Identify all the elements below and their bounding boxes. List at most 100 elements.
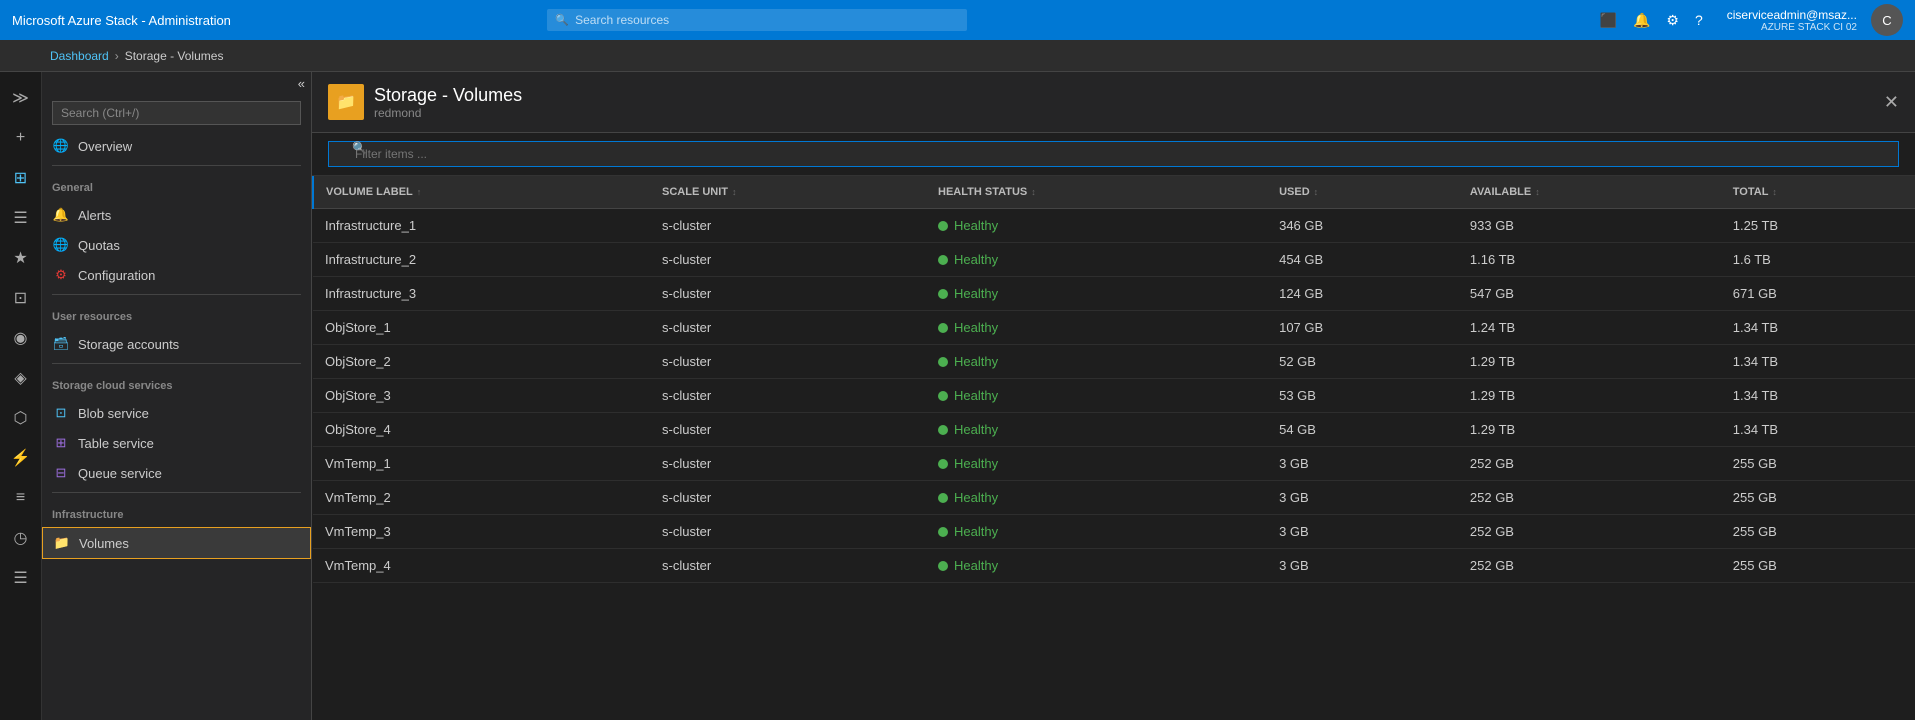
settings-icon[interactable]: ⚙ <box>1666 12 1679 29</box>
health-dot <box>938 289 948 299</box>
sidebar-item-configuration-label: Configuration <box>78 268 155 283</box>
volumes-table: VOLUME LABEL ↑ SCALE UNIT ↕ <box>312 176 1915 583</box>
sidebar-collapse-btn[interactable]: « <box>42 72 311 95</box>
health-text: Healthy <box>954 558 998 573</box>
sidebar-item-overview[interactable]: 🌐 Overview <box>42 131 311 161</box>
sidebar-item-blob[interactable]: ⊡ Blob service <box>42 398 311 428</box>
table-header: VOLUME LABEL ↑ SCALE UNIT ↕ <box>313 176 1915 209</box>
cell-total: 1.34 TB <box>1721 413 1915 447</box>
table-area: 🔍 VOLUME LABEL ↑ <box>312 133 1915 720</box>
health-dot <box>938 357 948 367</box>
sidebar-item-configuration[interactable]: ⚙ Configuration <box>42 260 311 290</box>
sidebar-item-volumes[interactable]: 📁 Volumes <box>42 527 311 559</box>
sort-icon-volume: ↑ <box>417 187 422 197</box>
divider-1 <box>52 165 301 166</box>
cell-volume-label: ObjStore_2 <box>313 345 650 379</box>
overview-icon: 🌐 <box>52 137 70 155</box>
sidebar-item-storage-accounts[interactable]: 🗃 Storage accounts <box>42 329 311 359</box>
table-row[interactable]: ObjStore_3s-clusterHealthy53 GB1.29 TB1.… <box>313 379 1915 413</box>
user-info: ciserviceadmin@msaz... AZURE STACK CI 02 <box>1727 8 1857 33</box>
avatar[interactable]: C <box>1871 4 1903 36</box>
nav-all-services[interactable]: ☰ <box>3 200 39 236</box>
nav-dashboard[interactable]: ⊞ <box>3 160 39 196</box>
sidebar-item-volumes-label: Volumes <box>79 536 129 551</box>
table-row[interactable]: VmTemp_2s-clusterHealthy3 GB252 GB255 GB <box>313 481 1915 515</box>
col-available[interactable]: AVAILABLE ↕ <box>1458 176 1721 209</box>
nav-circle[interactable]: ◉ <box>3 320 39 356</box>
sidebar-search-input[interactable] <box>52 101 301 125</box>
left-nav: ≫ + ⊞ ☰ ★ ⊡ ◉ ◈ ⬡ ⚡ ≡ ◷ ☰ <box>0 72 42 720</box>
cell-available: 1.29 TB <box>1458 345 1721 379</box>
cell-health-status: Healthy <box>926 311 1267 345</box>
search-bar[interactable]: 🔍 <box>547 9 967 31</box>
divider-4 <box>52 492 301 493</box>
cell-total: 1.6 TB <box>1721 243 1915 277</box>
col-health-status[interactable]: HEALTH STATUS ↕ <box>926 176 1267 209</box>
filter-input[interactable] <box>328 141 1899 167</box>
health-text: Healthy <box>954 490 998 505</box>
nav-time[interactable]: ◷ <box>3 520 39 556</box>
breadcrumb-root[interactable]: Dashboard <box>50 49 109 63</box>
col-used[interactable]: USED ↕ <box>1267 176 1458 209</box>
section-storage-cloud: Storage cloud services <box>42 368 311 398</box>
health-dot <box>938 425 948 435</box>
table-row[interactable]: Infrastructure_2s-clusterHealthy454 GB1.… <box>313 243 1915 277</box>
cell-volume-label: VmTemp_4 <box>313 549 650 583</box>
col-scale-unit[interactable]: SCALE UNIT ↕ <box>650 176 926 209</box>
table-row[interactable]: Infrastructure_3s-clusterHealthy124 GB54… <box>313 277 1915 311</box>
table-row[interactable]: Infrastructure_1s-clusterHealthy346 GB93… <box>313 209 1915 243</box>
infrastructure-label: Infrastructure <box>52 505 301 525</box>
breadcrumb-current: Storage - Volumes <box>125 49 224 63</box>
sidebar-item-alerts-label: Alerts <box>78 208 111 223</box>
table-row[interactable]: ObjStore_1s-clusterHealthy107 GB1.24 TB1… <box>313 311 1915 345</box>
col-volume-label[interactable]: VOLUME LABEL ↑ <box>313 176 650 209</box>
nav-diamond[interactable]: ◈ <box>3 360 39 396</box>
health-dot <box>938 255 948 265</box>
nav-menu[interactable]: ☰ <box>3 560 39 596</box>
portal-icon[interactable]: ⬛ <box>1600 12 1617 29</box>
col-total[interactable]: TOTAL ↕ <box>1721 176 1915 209</box>
health-text: Healthy <box>954 218 998 233</box>
content-header: 📁 Storage - Volumes redmond ✕ <box>312 72 1915 133</box>
table-row[interactable]: VmTemp_3s-clusterHealthy3 GB252 GB255 GB <box>313 515 1915 549</box>
bell-icon[interactable]: 🔔 <box>1633 12 1650 29</box>
close-button[interactable]: ✕ <box>1884 92 1899 113</box>
nav-hex[interactable]: ⬡ <box>3 400 39 436</box>
health-dot <box>938 221 948 231</box>
cell-total: 1.34 TB <box>1721 345 1915 379</box>
cell-total: 1.34 TB <box>1721 311 1915 345</box>
cell-volume-label: Infrastructure_3 <box>313 277 650 311</box>
cell-health-status: Healthy <box>926 515 1267 549</box>
table-row[interactable]: VmTemp_4s-clusterHealthy3 GB252 GB255 GB <box>313 549 1915 583</box>
cell-health-status: Healthy <box>926 447 1267 481</box>
nav-lightning[interactable]: ⚡ <box>3 440 39 476</box>
sidebar-item-alerts[interactable]: 🔔 Alerts <box>42 200 311 230</box>
user-sub: AZURE STACK CI 02 <box>1761 22 1857 33</box>
table-row[interactable]: ObjStore_4s-clusterHealthy54 GB1.29 TB1.… <box>313 413 1915 447</box>
nav-apps[interactable]: ⊡ <box>3 280 39 316</box>
health-text: Healthy <box>954 456 998 471</box>
cell-scale-unit: s-cluster <box>650 481 926 515</box>
cell-available: 252 GB <box>1458 447 1721 481</box>
topbar: Microsoft Azure Stack - Administration 🔍… <box>0 0 1915 40</box>
cell-available: 1.29 TB <box>1458 413 1721 447</box>
sidebar-item-queue[interactable]: ⊟ Queue service <box>42 458 311 488</box>
cell-used: 3 GB <box>1267 515 1458 549</box>
table-row[interactable]: VmTemp_1s-clusterHealthy3 GB252 GB255 GB <box>313 447 1915 481</box>
app-title: Microsoft Azure Stack - Administration <box>12 13 231 28</box>
sidebar-item-storage-accounts-label: Storage accounts <box>78 337 179 352</box>
search-input[interactable] <box>547 9 967 31</box>
nav-expand[interactable]: ≫ <box>3 80 39 116</box>
cell-available: 252 GB <box>1458 549 1721 583</box>
cell-volume-label: VmTemp_2 <box>313 481 650 515</box>
nav-favorites[interactable]: ★ <box>3 240 39 276</box>
help-icon[interactable]: ? <box>1695 12 1703 28</box>
nav-new[interactable]: + <box>3 120 39 156</box>
sidebar-item-quotas[interactable]: 🌐 Quotas <box>42 230 311 260</box>
health-dot <box>938 459 948 469</box>
sidebar: « 🌐 Overview General 🔔 Alerts 🌐 Quotas ⚙… <box>42 72 312 720</box>
nav-list[interactable]: ≡ <box>3 480 39 516</box>
sort-icon-total: ↕ <box>1772 187 1777 197</box>
table-row[interactable]: ObjStore_2s-clusterHealthy52 GB1.29 TB1.… <box>313 345 1915 379</box>
sidebar-item-table[interactable]: ⊞ Table service <box>42 428 311 458</box>
